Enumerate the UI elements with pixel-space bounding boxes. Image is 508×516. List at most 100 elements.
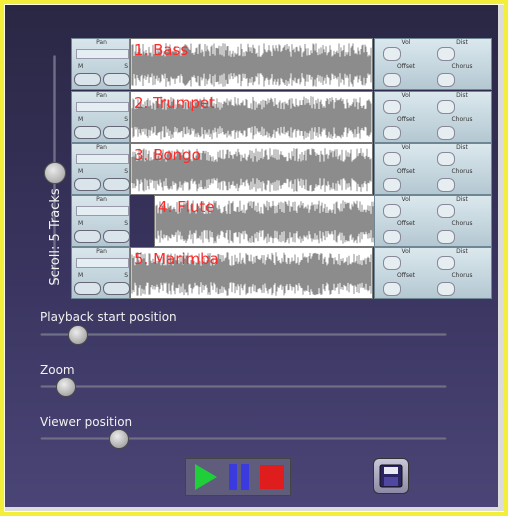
waveform-clip[interactable]: 2. Trumpet <box>130 91 373 143</box>
chorus-label: Chorus <box>451 272 473 279</box>
mute-button[interactable] <box>74 282 101 295</box>
mute-label[interactable]: M <box>78 168 83 175</box>
vol-knob[interactable] <box>383 256 401 270</box>
vol-label: Vol <box>401 248 411 255</box>
zoom-label: Zoom <box>40 363 75 377</box>
mute-label[interactable]: M <box>78 220 83 227</box>
mute-button[interactable] <box>74 178 101 191</box>
offset-label: Offset <box>396 272 416 279</box>
vol-knob[interactable] <box>383 152 401 166</box>
solo-label[interactable]: S <box>124 220 128 227</box>
mute-button[interactable] <box>74 126 101 139</box>
track-name: 4. Flute <box>158 198 215 216</box>
pan-slider[interactable] <box>76 206 129 216</box>
track-mix-controls: Pan M S <box>71 91 130 143</box>
mute-button[interactable] <box>74 230 101 243</box>
dist-knob[interactable] <box>437 256 455 270</box>
track-mix-controls: Pan M S <box>71 247 130 299</box>
track-name: 2. Trumpet <box>134 94 215 112</box>
vol-knob[interactable] <box>383 100 401 114</box>
playback-start-label: Playback start position <box>40 310 177 324</box>
pan-slider[interactable] <box>76 102 129 112</box>
offset-knob[interactable] <box>383 126 401 140</box>
track-mix-controls: Pan M S <box>71 195 130 247</box>
mute-label[interactable]: M <box>78 272 83 279</box>
offset-label: Offset <box>396 220 416 227</box>
pan-label: Pan <box>96 92 107 99</box>
chorus-knob[interactable] <box>437 282 455 296</box>
solo-button[interactable] <box>103 126 130 139</box>
dist-label: Dist <box>456 92 468 99</box>
offset-label: Offset <box>396 116 416 123</box>
pan-slider[interactable] <box>76 258 129 268</box>
vol-label: Vol <box>401 196 411 203</box>
track-scroll-slider[interactable]: Scroll: 5 Tracks <box>35 39 73 307</box>
track-name: 5. Marimba <box>134 250 219 268</box>
track-row: Pan M S 2. Trumpet Vol Dist Offset Chorus <box>71 91 492 143</box>
chorus-label: Chorus <box>451 220 473 227</box>
playback-start-slider[interactable] <box>40 325 447 345</box>
pan-label: Pan <box>96 196 107 203</box>
pan-slider[interactable] <box>76 49 129 59</box>
pause-icon[interactable] <box>224 462 254 492</box>
solo-label[interactable]: S <box>124 168 128 175</box>
playback-start-knob[interactable] <box>68 325 88 345</box>
play-icon[interactable] <box>190 462 220 492</box>
stop-icon[interactable] <box>256 462 286 492</box>
chorus-knob[interactable] <box>437 126 455 140</box>
mute-button[interactable] <box>74 73 101 86</box>
track-effect-controls: Vol Dist Offset Chorus <box>374 247 492 299</box>
dist-knob[interactable] <box>437 204 455 218</box>
track-effect-controls: Vol Dist Offset Chorus <box>374 38 492 90</box>
mute-label[interactable]: M <box>78 63 83 70</box>
solo-button[interactable] <box>103 230 130 243</box>
vol-knob[interactable] <box>383 204 401 218</box>
solo-button[interactable] <box>103 73 130 86</box>
offset-knob[interactable] <box>383 178 401 192</box>
track-name: 1. Bass <box>134 41 189 59</box>
chorus-knob[interactable] <box>437 230 455 244</box>
track-scroll-label: Scroll: 5 Tracks <box>48 188 63 286</box>
track-row: Pan M S 5. Marimba Vol Dist Offset Chorus <box>71 247 492 299</box>
dist-knob[interactable] <box>437 152 455 166</box>
offset-knob[interactable] <box>383 282 401 296</box>
solo-label[interactable]: S <box>124 63 128 70</box>
solo-label[interactable]: S <box>124 116 128 123</box>
pan-slider[interactable] <box>76 154 129 164</box>
transport-controls <box>185 458 291 496</box>
dist-knob[interactable] <box>437 47 455 61</box>
pan-label: Pan <box>96 39 107 46</box>
solo-button[interactable] <box>103 178 130 191</box>
pan-label: Pan <box>96 144 107 151</box>
waveform-clip[interactable]: 5. Marimba <box>130 247 373 299</box>
waveform-clip[interactable]: 3. Bongo <box>130 143 373 195</box>
chorus-knob[interactable] <box>437 178 455 192</box>
zoom-knob[interactable] <box>56 377 76 397</box>
viewer-position-knob[interactable] <box>109 429 129 449</box>
track-mix-controls: Pan M S <box>71 143 130 195</box>
dist-label: Dist <box>456 39 468 46</box>
track-row: Pan M S 3. Bongo Vol Dist Offset Chorus <box>71 143 492 195</box>
solo-button[interactable] <box>103 282 130 295</box>
viewer-position-slider[interactable] <box>40 429 447 449</box>
offset-knob[interactable] <box>383 230 401 244</box>
chorus-knob[interactable] <box>437 73 455 87</box>
dist-label: Dist <box>456 196 468 203</box>
dist-knob[interactable] <box>437 100 455 114</box>
mute-label[interactable]: M <box>78 116 83 123</box>
viewer-position-label: Viewer position <box>40 415 133 429</box>
waveform-clip[interactable]: 1. Bass <box>130 38 373 90</box>
dist-label: Dist <box>456 144 468 151</box>
floppy-disk-icon[interactable] <box>373 458 409 494</box>
vol-label: Vol <box>401 39 411 46</box>
offset-label: Offset <box>396 168 416 175</box>
offset-knob[interactable] <box>383 73 401 87</box>
vol-label: Vol <box>401 92 411 99</box>
solo-label[interactable]: S <box>124 272 128 279</box>
chorus-label: Chorus <box>451 168 473 175</box>
track-scroll-knob[interactable] <box>44 162 66 184</box>
vol-knob[interactable] <box>383 47 401 61</box>
track-name: 3. Bongo <box>134 146 201 164</box>
zoom-slider[interactable] <box>40 377 447 397</box>
chorus-label: Chorus <box>451 116 473 123</box>
